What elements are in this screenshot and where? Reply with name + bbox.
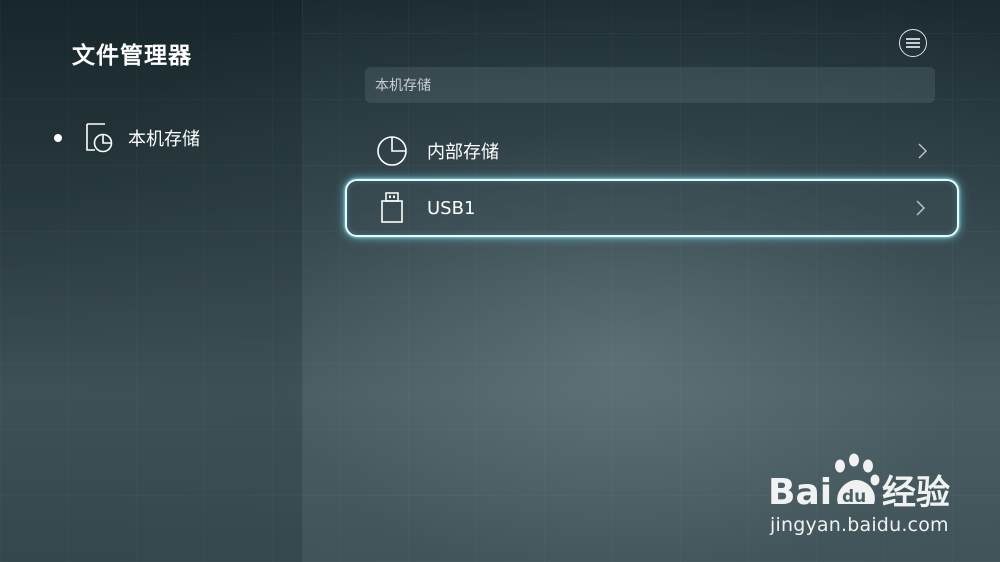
file-manager-screen: 文件管理器 本机存储 本机存储 内部存储 USB1 Bai du 经验 jing…: [0, 0, 1000, 562]
storage-item-label: 内部存储: [427, 142, 499, 163]
storage-item-label: USB1: [427, 197, 476, 219]
pie-chart-icon: [377, 136, 407, 166]
sidebar-item-local-storage[interactable]: 本机存储: [50, 120, 270, 156]
menu-icon: [906, 38, 920, 48]
storage-icon: [86, 123, 113, 153]
chevron-right-icon: [916, 200, 925, 216]
chevron-right-icon: [918, 143, 927, 159]
menu-button[interactable]: [899, 29, 927, 57]
selected-bullet: [54, 134, 62, 142]
watermark-url: jingyan.baidu.com: [770, 514, 949, 536]
path-breadcrumb: 本机存储: [365, 67, 935, 103]
svg-text:du: du: [842, 487, 866, 507]
sidebar-item-label: 本机存储: [128, 129, 200, 150]
svg-text:经验: 经验: [882, 473, 950, 512]
baidu-jingyan-watermark: Bai du 经验 jingyan.baidu.com: [768, 452, 978, 542]
app-title: 文件管理器: [72, 43, 192, 69]
storage-item-internal[interactable]: 内部存储: [345, 122, 959, 180]
usb-drive-icon: [381, 192, 403, 223]
path-text: 本机存储: [375, 78, 431, 94]
svg-text:Bai: Bai: [768, 472, 832, 512]
storage-item-usb1[interactable]: USB1: [345, 179, 959, 237]
sidebar: 文件管理器 本机存储: [0, 0, 303, 562]
baidu-jingyan-logo: Bai du 经验: [768, 453, 950, 512]
